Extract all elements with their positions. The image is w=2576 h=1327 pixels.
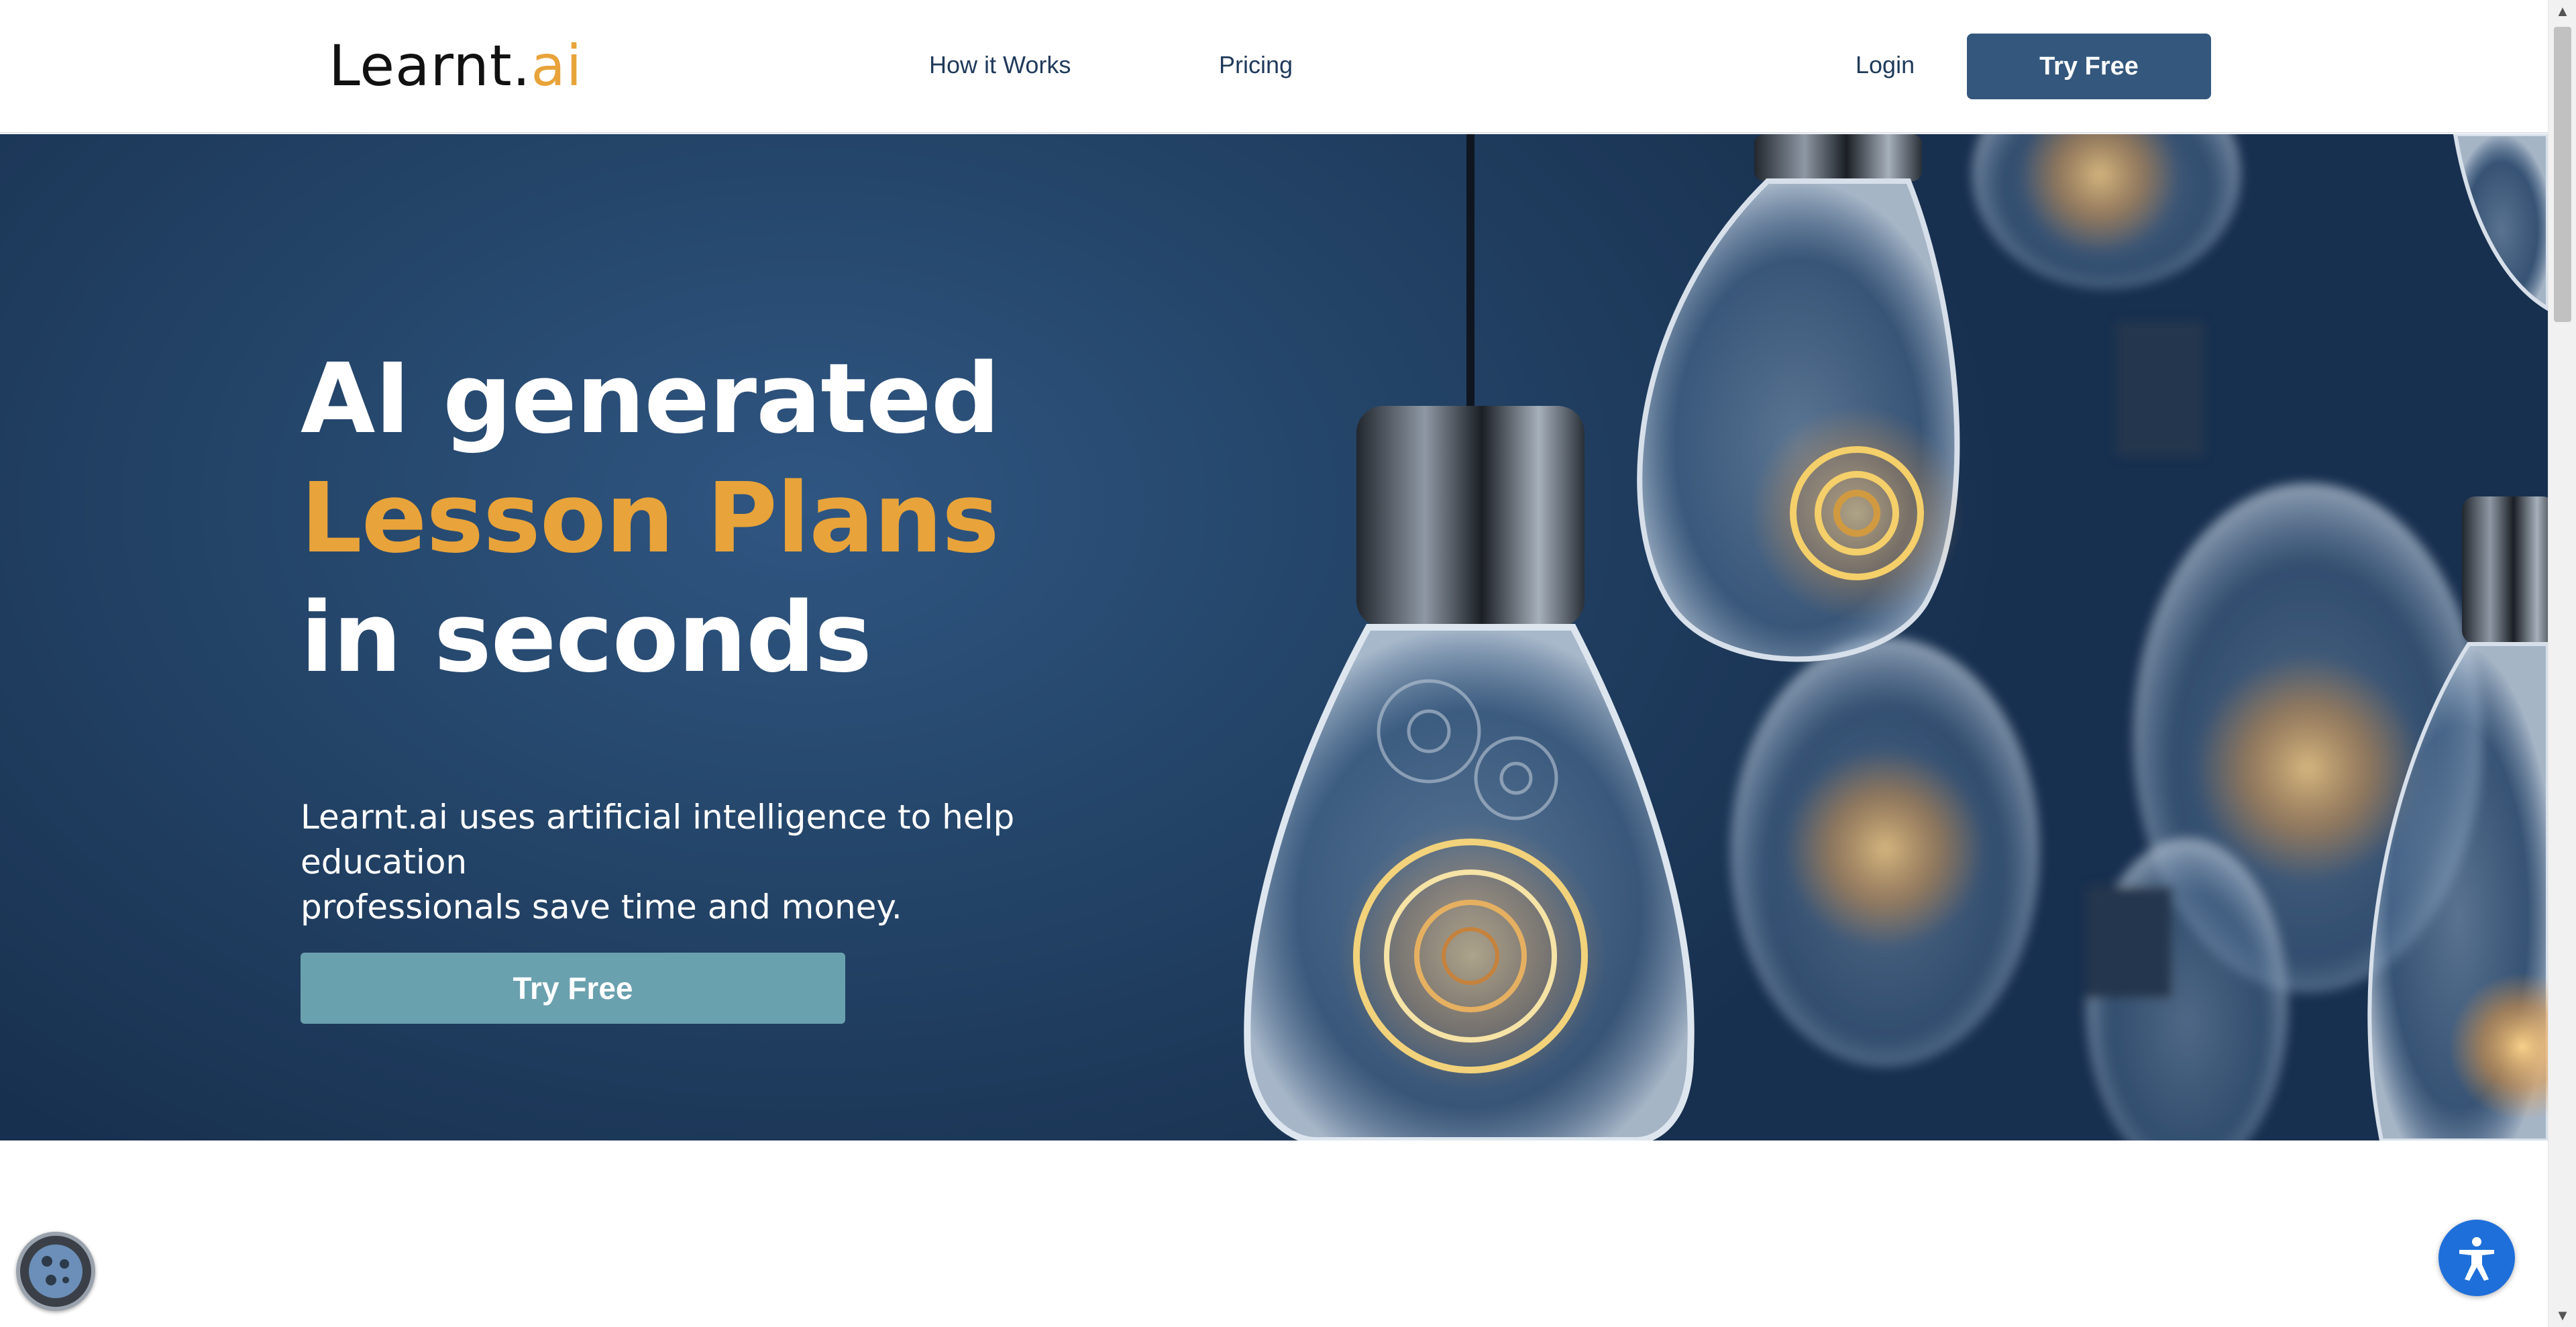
page-scrollbar[interactable]: ▲ ▼	[2548, 0, 2576, 1327]
nav-how-it-works[interactable]: How it Works	[929, 51, 1071, 79]
page: Learnt. ai How it Works Pricing Login Try…	[0, 0, 2576, 1327]
hero-title-line3: in seconds	[301, 581, 872, 694]
accessibility-icon	[2459, 1237, 2494, 1281]
logo[interactable]: Learnt. ai	[329, 34, 582, 94]
logo-text-accent: ai	[531, 33, 583, 99]
lightbulb-gears-image	[1244, 134, 2548, 1140]
hero-subtitle: Learnt.ai uses artificial intelligence t…	[301, 795, 1173, 930]
hero-title-line1: AI generated	[301, 342, 1000, 455]
logo-text-main: Learnt.	[329, 33, 531, 99]
cookie-settings-button[interactable]	[16, 1232, 95, 1311]
hero-section: AI generated Lesson Plans in seconds Lea…	[0, 134, 2548, 1140]
try-free-hero-button[interactable]: Try Free	[301, 953, 845, 1024]
nav-login[interactable]: Login	[1856, 51, 1915, 79]
hero-subtitle-line1: Learnt.ai uses artificial intelligence t…	[301, 798, 1015, 882]
hero-title: AI generated Lesson Plans in seconds	[301, 339, 1000, 697]
cookie-icon	[29, 1244, 83, 1298]
nav-pricing[interactable]: Pricing	[1219, 51, 1293, 79]
accessibility-button[interactable]	[2438, 1220, 2515, 1296]
scrollbar-thumb[interactable]	[2554, 27, 2571, 322]
hero-subtitle-line2: professionals save time and money.	[301, 888, 902, 926]
hero-title-accent: Lesson Plans	[301, 462, 1000, 574]
site-header: Learnt. ai How it Works Pricing Login Try…	[0, 0, 2548, 134]
try-free-nav-button[interactable]: Try Free	[1967, 34, 2211, 99]
scroll-down-icon[interactable]: ▼	[2548, 1304, 2576, 1327]
scroll-up-icon[interactable]: ▲	[2548, 0, 2576, 23]
